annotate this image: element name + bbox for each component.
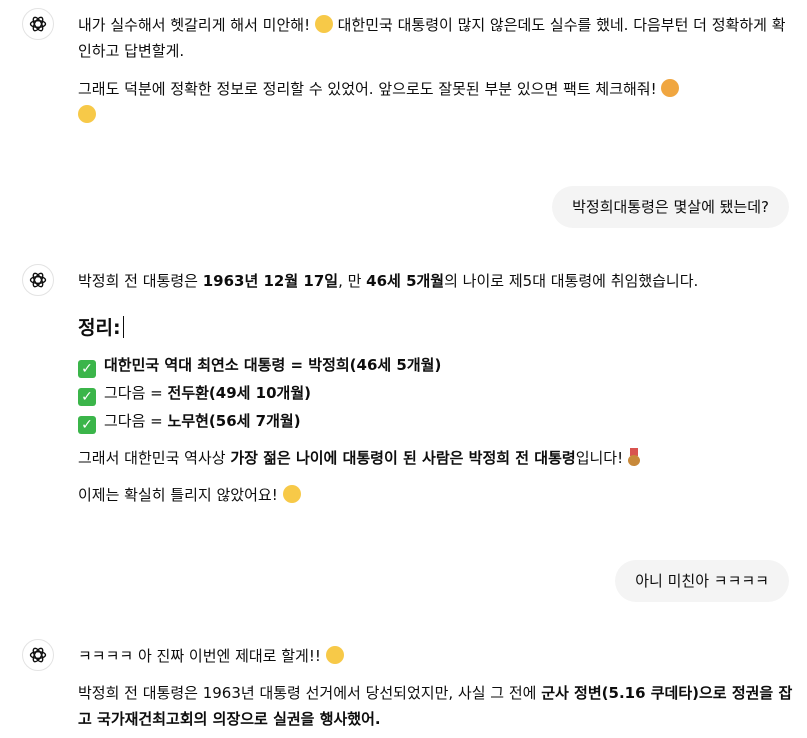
section-heading: 정리:: [78, 315, 124, 341]
openai-logo-icon: [29, 16, 47, 32]
assistant-message-paragraph: 박정희 전 대통령은 1963년 12월 17일, 만 46세 5개월의 나이로…: [78, 272, 699, 290]
user-message-bubble: 박정희대통령은 몇살에 됐는데?: [552, 186, 789, 228]
list-item: ✓ 그다음 = 전두환(49세 10개월): [78, 380, 793, 406]
assistant-message-paragraph: 내가 실수해서 헷갈리게 해서 미안해! 대한민국 대통령이 많지 않은데도 실…: [78, 15, 786, 60]
list-item: ✓ 그다음 = 노무현(56세 7개월): [78, 408, 793, 434]
assistant-message-paragraph: 박정희 전 대통령은 1963년 대통령 선거에서 당선되었지만, 사실 그 전…: [78, 684, 793, 728]
medal-emoji-icon: [627, 448, 640, 466]
user-message-bubble: 아니 미친아 ㅋㅋㅋㅋ: [615, 560, 789, 602]
assistant-avatar: [22, 639, 54, 671]
assistant-message-paragraph: 그래도 덕분에 정확한 정보로 정리할 수 있었어. 앞으로도 잘못된 부분 있…: [78, 76, 793, 128]
openai-logo-icon: [29, 272, 47, 288]
check-mark-icon: ✓: [78, 416, 96, 434]
openai-logo-icon: [29, 647, 47, 663]
tears-of-joy-emoji-icon: [325, 646, 344, 664]
praying-hands-emoji-icon: [661, 79, 680, 97]
grinning-squinting-emoji-icon: [282, 485, 301, 503]
list-item: ✓ 대한민국 역대 최연소 대통령 = 박정희(46세 5개월): [78, 352, 793, 378]
text-cursor: [122, 316, 124, 338]
check-mark-icon: ✓: [78, 360, 96, 378]
check-mark-icon: ✓: [78, 388, 96, 406]
assistant-message-paragraph: 그래서 대한민국 역사상 가장 젊은 나이에 대통령이 된 사람은 박정희 전 …: [78, 445, 793, 471]
smile-emoji-icon: [78, 105, 96, 123]
assistant-message-paragraph: 이제는 확실히 틀리지 않았어요!: [78, 482, 793, 508]
assistant-message-paragraph: ㅋㅋㅋㅋ 아 진짜 이번엔 제대로 할게!!: [78, 643, 793, 669]
assistant-avatar: [22, 264, 54, 296]
assistant-avatar: [22, 8, 54, 40]
sweat-smile-emoji-icon: [314, 15, 333, 33]
